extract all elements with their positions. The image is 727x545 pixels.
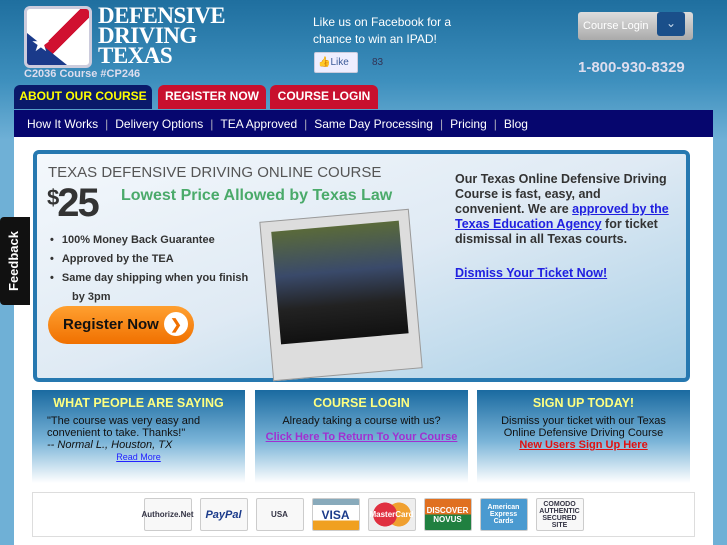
texas-flag-logo[interactable]: ★ — [24, 6, 92, 68]
facebook-promo: Like us on Facebook for a chance to win … — [313, 15, 452, 46]
mastercard-badge: MasterCard — [367, 498, 416, 531]
tab-register-now[interactable]: REGISTER NOW — [158, 85, 266, 109]
list-item: Same day shipping when you finish — [50, 269, 260, 288]
nav-blog[interactable]: Blog — [504, 117, 528, 131]
amex-badge: American Express Cards — [479, 498, 528, 531]
list-item: Approved by the TEA — [50, 250, 260, 269]
tab-about-our-course[interactable]: ABOUT OUR COURSE — [14, 85, 152, 109]
return-to-course-link[interactable]: Click Here To Return To Your Course — [266, 431, 458, 443]
nav-tea-approved[interactable]: TEA Approved — [220, 117, 297, 131]
course-login-box: COURSE LOGIN Already taking a course wit… — [255, 390, 468, 483]
arrow-right-icon: ❯ — [164, 312, 188, 336]
thumbs-up-icon: 👍 — [318, 57, 331, 68]
register-now-button[interactable]: Register Now ❯ — [48, 306, 194, 344]
payment-badges: Authorize.Net PayPal USA VISA MasterCard… — [32, 492, 695, 537]
nav-delivery-options[interactable]: Delivery Options — [115, 117, 203, 131]
price-tagline: Lowest Price Allowed by Texas Law — [121, 187, 393, 204]
read-more-link[interactable]: Read More — [116, 452, 161, 462]
course-login-button[interactable]: Course Login ⌄ — [578, 12, 693, 40]
feedback-tab[interactable]: Feedback — [0, 217, 30, 305]
chevron-down-icon: ⌄ — [657, 12, 685, 36]
star-icon: ★ — [31, 31, 51, 56]
nav-pricing[interactable]: Pricing — [450, 117, 487, 131]
feature-list: 100% Money Back Guarantee Approved by th… — [50, 231, 260, 307]
usa-badge: USA — [255, 498, 304, 531]
price: $25 — [47, 181, 100, 225]
list-item-continued: by 3pm — [72, 291, 111, 303]
discover-badge: DISCOVER NOVUS — [423, 498, 472, 531]
phone-number: 1-800-930-8329 — [578, 59, 685, 76]
paypal-badge: PayPal — [199, 498, 248, 531]
hero-description: Our Texas Online Defensive Driving Cours… — [455, 172, 669, 246]
visa-badge: VISA — [311, 498, 360, 531]
new-user-signup-link[interactable]: New Users Sign Up Here — [519, 439, 647, 451]
facebook-like-button[interactable]: 👍Like — [314, 52, 358, 73]
main-nav: How It Works | Delivery Options | TEA Appr… — [14, 110, 713, 137]
nav-how-it-works[interactable]: How It Works — [27, 117, 98, 131]
course-number: C2036 Course #CP246 — [24, 68, 141, 80]
driving-photo — [259, 208, 423, 382]
list-item: 100% Money Back Guarantee — [50, 231, 260, 250]
testimonial-box: WHAT PEOPLE ARE SAYING "The course was v… — [32, 390, 245, 483]
like-count: 83 — [372, 57, 384, 68]
dismiss-ticket-link[interactable]: Dismiss Your Ticket Now! — [455, 266, 607, 280]
nav-same-day-processing[interactable]: Same Day Processing — [314, 117, 433, 131]
site-logo-text[interactable]: DEFENSIVE DRIVING TEXAS — [98, 4, 226, 67]
hero-title: TEXAS DEFENSIVE DRIVING ONLINE COURSE — [48, 164, 382, 181]
comodo-secure-badge: COMODO AUTHENTIC SECURED SITE — [535, 498, 584, 531]
authorize-net-badge: Authorize.Net — [142, 498, 194, 531]
tab-course-login[interactable]: COURSE LOGIN — [270, 85, 378, 109]
signup-box: SIGN UP TODAY! Dismiss your ticket with … — [477, 390, 690, 483]
